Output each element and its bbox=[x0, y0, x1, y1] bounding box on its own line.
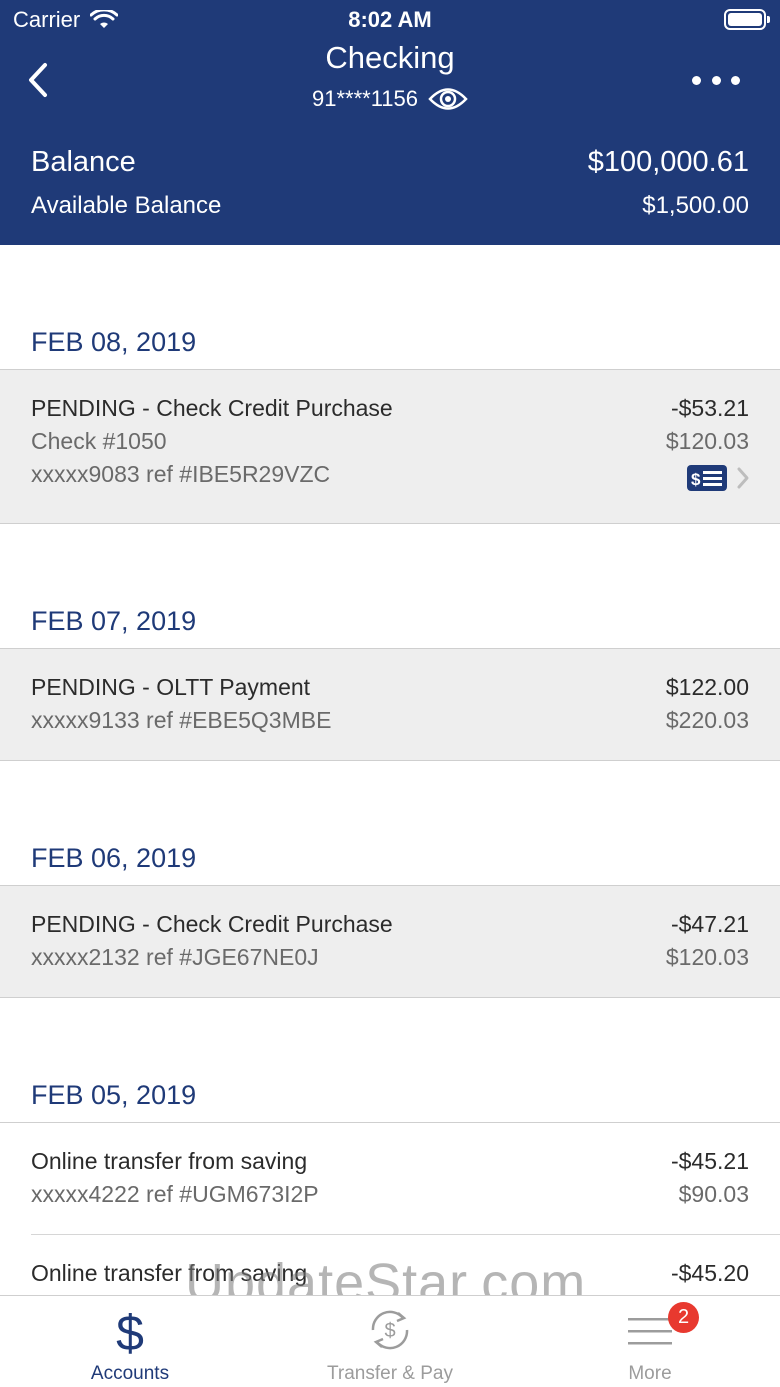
transaction-row[interactable]: PENDING - Check Credit Purchase xxxxx213… bbox=[0, 885, 780, 998]
notification-badge: 2 bbox=[668, 1302, 699, 1333]
show-account-number-button[interactable] bbox=[428, 86, 468, 112]
account-header: Carrier 8:02 AM Checking 91****1156 Bala… bbox=[0, 0, 780, 245]
tab-label: Accounts bbox=[90, 1363, 170, 1384]
more-dot bbox=[692, 75, 701, 85]
transfer-icon: $ bbox=[371, 1310, 409, 1350]
tab-label: More bbox=[628, 1363, 672, 1384]
transaction-running-balance: $90.03 bbox=[678, 1181, 749, 1207]
tab-more[interactable]: 2 More bbox=[520, 1296, 780, 1387]
more-dot bbox=[711, 75, 721, 85]
transaction-running-balance: $120.03 bbox=[665, 944, 749, 970]
account-number-row: 91****1156 bbox=[0, 86, 780, 112]
date-header: FEB 06, 2019 bbox=[31, 843, 197, 873]
transaction-description: PENDING - Check Credit Purchase bbox=[31, 911, 393, 937]
status-time: 8:02 AM bbox=[348, 7, 432, 32]
tab-accounts[interactable]: $ Accounts bbox=[0, 1296, 260, 1387]
transaction-amounts: -$45.21 $90.03 bbox=[671, 1145, 749, 1211]
transaction-details: Online transfer from saving xxxxx4222 re… bbox=[31, 1145, 319, 1211]
more-options-button[interactable] bbox=[692, 68, 740, 92]
transaction-running-balance: $120.03 bbox=[665, 428, 749, 454]
transaction-amount: $122.00 bbox=[665, 674, 749, 700]
check-image-icon: $ bbox=[687, 465, 727, 491]
transaction-details: PENDING - Check Credit Purchase Check #1… bbox=[31, 392, 393, 491]
transaction-amount: -$45.20 bbox=[670, 1260, 749, 1286]
transaction-reference: xxxxx2132 ref #JGE67NE0J bbox=[31, 944, 319, 970]
date-header: FEB 05, 2019 bbox=[31, 1080, 197, 1110]
account-number: 91****1156 bbox=[311, 86, 419, 111]
transaction-description: PENDING - OLTT Payment bbox=[31, 674, 311, 700]
transaction-details: PENDING - Check Credit Purchase xxxxx213… bbox=[31, 908, 393, 974]
transaction-description: Online transfer from saving bbox=[31, 1260, 308, 1286]
svg-text:$: $ bbox=[691, 470, 701, 489]
transaction-running-balance: $220.03 bbox=[665, 707, 749, 733]
chevron-right-icon bbox=[737, 467, 749, 489]
date-header: FEB 08, 2019 bbox=[31, 327, 197, 357]
available-balance-row: Available Balance $1,500.00 bbox=[31, 192, 749, 220]
transaction-row[interactable]: PENDING - Check Credit Purchase Check #1… bbox=[0, 369, 780, 524]
balance-label: Balance bbox=[31, 146, 136, 178]
tab-bar: $ Accounts $ Transfer & Pay 2 More bbox=[0, 1295, 780, 1387]
transaction-row[interactable]: Online transfer from saving xxxxx4222 re… bbox=[0, 1122, 780, 1234]
transaction-reference: xxxxx4222 ref #UGM673I2P bbox=[31, 1181, 319, 1207]
dollar-icon: $ bbox=[116, 1305, 144, 1358]
transaction-details: Online transfer from saving bbox=[31, 1257, 307, 1290]
transaction-description: PENDING - Check Credit Purchase bbox=[31, 395, 393, 421]
transaction-amount: -$53.21 bbox=[670, 395, 749, 421]
eye-icon bbox=[428, 88, 468, 110]
transaction-amounts: -$53.21 $120.03 bbox=[666, 392, 749, 458]
more-dot bbox=[731, 75, 740, 85]
transaction-amount: -$47.21 bbox=[670, 911, 749, 937]
svg-text:$: $ bbox=[384, 1320, 395, 1342]
transaction-details: PENDING - OLTT Payment xxxxx9133 ref #EB… bbox=[31, 671, 331, 737]
tab-label: Transfer & Pay bbox=[326, 1363, 453, 1384]
balance-row: Balance $100,000.61 bbox=[31, 146, 749, 179]
transaction-amount: -$45.21 bbox=[670, 1148, 749, 1174]
page-title: Checking bbox=[325, 40, 455, 75]
transaction-reference: xxxxx9083 ref #IBE5R29VZC bbox=[31, 461, 331, 487]
transaction-amounts: -$45.20 bbox=[671, 1257, 749, 1290]
transaction-amounts: $122.00 $220.03 bbox=[666, 671, 749, 737]
menu-icon bbox=[628, 1318, 672, 1345]
transaction-reference: xxxxx9133 ref #EBE5Q3MBE bbox=[31, 707, 332, 733]
date-header: FEB 07, 2019 bbox=[31, 606, 197, 636]
transaction-description: Online transfer from saving bbox=[31, 1148, 308, 1174]
available-balance-label: Available Balance bbox=[31, 192, 222, 219]
status-bar: Carrier 8:02 AM bbox=[0, 0, 780, 40]
check-image-link[interactable]: $ bbox=[686, 464, 750, 492]
transaction-row[interactable]: PENDING - OLTT Payment xxxxx9133 ref #EB… bbox=[0, 648, 780, 761]
transaction-check-number: Check #1050 bbox=[31, 428, 167, 454]
svg-text:$: $ bbox=[116, 1305, 144, 1358]
transaction-list[interactable]: FEB 08, 2019 PENDING - Check Credit Purc… bbox=[0, 245, 780, 1295]
transaction-row[interactable]: Online transfer from saving -$45.20 bbox=[0, 1235, 780, 1295]
battery-icon bbox=[724, 9, 770, 30]
available-balance-value: $1,500.00 bbox=[642, 192, 749, 219]
tab-transfer-pay[interactable]: $ Transfer & Pay bbox=[260, 1296, 520, 1387]
transaction-amounts: -$47.21 $120.03 bbox=[666, 908, 749, 974]
balance-value: $100,000.61 bbox=[587, 146, 749, 178]
